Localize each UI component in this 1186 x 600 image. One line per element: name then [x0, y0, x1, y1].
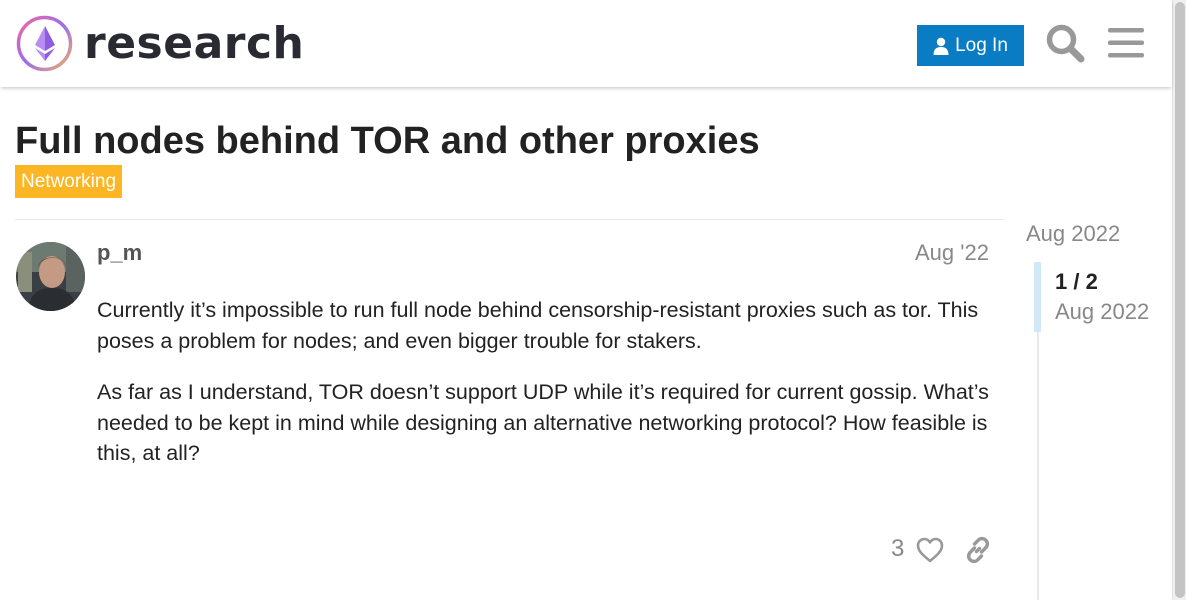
user-icon	[933, 37, 949, 55]
site-name: research	[84, 18, 305, 69]
logo-icon	[16, 15, 73, 72]
timeline-handle[interactable]	[1034, 262, 1041, 332]
hamburger-menu-icon	[1108, 28, 1144, 58]
site-logo[interactable]: research	[16, 15, 304, 72]
post-paragraph: Currently it’s impossible to run full no…	[97, 298, 979, 353]
heart-icon[interactable]	[915, 535, 945, 565]
search-icon	[1046, 24, 1085, 63]
site-header: research Log In	[0, 0, 1172, 87]
avatar[interactable]	[16, 242, 85, 311]
search-button[interactable]	[1044, 22, 1086, 64]
timeline-position: 1 / 2	[1055, 269, 1098, 294]
like-count[interactable]: 3	[891, 535, 904, 563]
timeline-start-date[interactable]: Aug 2022	[1026, 221, 1120, 247]
link-icon[interactable]	[963, 535, 993, 565]
login-label: Log In	[955, 34, 1008, 56]
post-date[interactable]: Aug '22	[915, 240, 989, 266]
menu-button[interactable]	[1105, 22, 1147, 64]
topic-divider	[15, 219, 1004, 220]
category-badge[interactable]: Networking	[15, 165, 123, 198]
scrollbar-thumb[interactable]	[1175, 2, 1185, 598]
post-paragraph: As far as I understand, TOR doesn’t supp…	[97, 380, 989, 465]
post-username[interactable]: p_m	[97, 240, 142, 266]
user-avatar-image	[16, 242, 85, 311]
login-button[interactable]: Log In	[917, 25, 1024, 66]
timeline-position-date: Aug 2022	[1055, 299, 1150, 324]
page-scrollbar[interactable]	[1172, 0, 1186, 600]
topic-title[interactable]: Full nodes behind TOR and other proxies	[15, 120, 760, 163]
post-body: Currently it’s impossible to run full no…	[97, 295, 997, 490]
